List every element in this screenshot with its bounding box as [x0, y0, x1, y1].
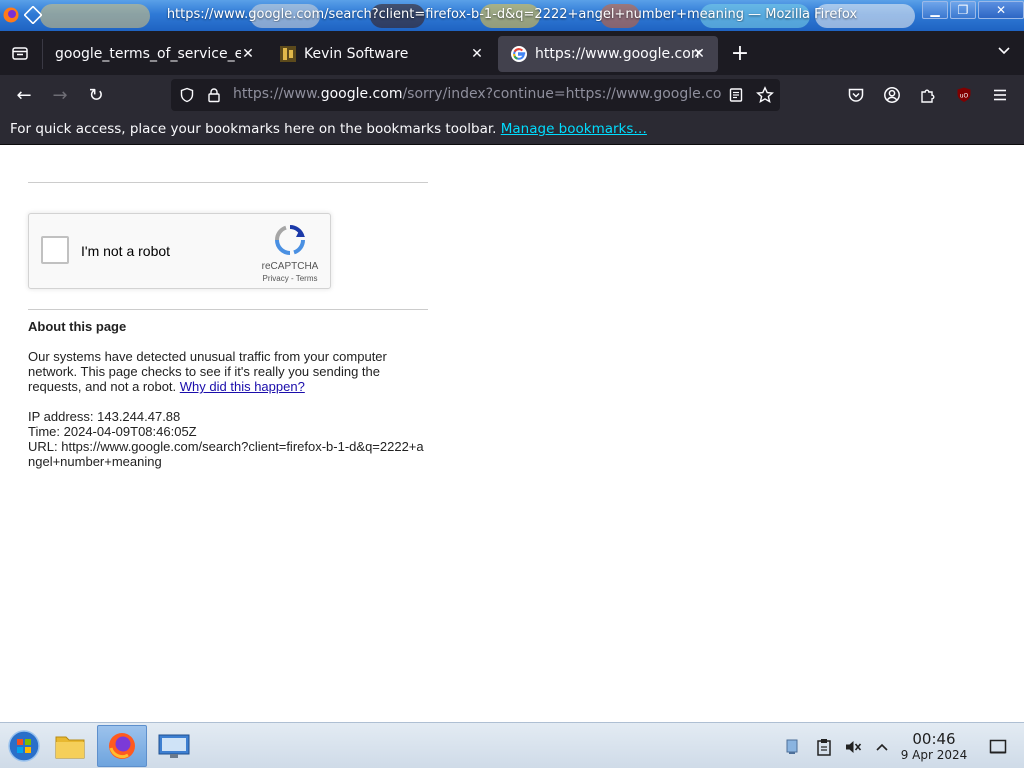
tab-google-active[interactable]: https://www.google.com/ ✕	[498, 36, 718, 72]
kevin-software-favicon	[280, 46, 296, 62]
tab-label: https://www.google.com/	[535, 46, 701, 62]
firefox-taskbar-button[interactable]	[97, 725, 147, 767]
taskbar: 00:46 9 Apr 2024	[0, 722, 1024, 768]
volume-muted-icon	[846, 741, 862, 753]
clipboard-icon	[817, 739, 831, 756]
desktop-icon	[989, 739, 1007, 754]
clock-time: 00:46	[912, 730, 956, 748]
tray-expand-button[interactable]	[872, 737, 892, 757]
monitor-icon	[158, 734, 190, 758]
recaptcha-terms-link[interactable]: Terms	[296, 274, 318, 283]
url-host: google.com	[320, 86, 403, 102]
ublock-origin-button[interactable]: uO	[950, 81, 978, 109]
tray-network-icon[interactable]	[782, 737, 802, 757]
recaptcha-privacy-link[interactable]: Privacy	[263, 274, 289, 283]
tab-label: google_terms_of_service_en	[55, 46, 241, 62]
recaptcha-links: Privacy - Terms	[254, 274, 326, 283]
lock-icon[interactable]	[206, 87, 222, 103]
google-g-icon	[511, 46, 527, 62]
page-content: I'm not a robot reCAPTCHA Privacy - Term…	[0, 145, 1024, 722]
pocket-icon	[848, 88, 864, 102]
new-tab-button[interactable]: +	[726, 39, 754, 67]
url-text[interactable]: https://www.google.com/sorry/index?conti…	[233, 86, 721, 102]
tab-close-button[interactable]: ✕	[239, 45, 257, 63]
request-url: URL: https://www.google.com/search?clien…	[28, 439, 424, 469]
recaptcha-checkbox[interactable]	[41, 236, 69, 264]
svg-text:uO: uO	[960, 93, 969, 100]
folder-icon	[55, 736, 85, 759]
bookmarks-toolbar: For quick access, place your bookmarks h…	[0, 115, 1024, 145]
url-scheme: https://www.	[233, 86, 321, 102]
system-monitor-taskbar-button[interactable]	[150, 725, 198, 767]
chevron-down-icon	[998, 47, 1010, 55]
minimize-button[interactable]: ▁	[922, 1, 948, 19]
window-title-bar[interactable]: https://www.google.com/search?client=fir…	[0, 0, 1024, 31]
window-controls: ▁ ❐ ✕	[920, 1, 1024, 21]
divider	[28, 182, 428, 183]
account-icon	[884, 87, 900, 103]
shield-icon[interactable]	[179, 87, 195, 103]
ublock-origin-icon: uO	[957, 87, 971, 102]
forward-button[interactable]: →	[46, 81, 74, 109]
recaptcha-widget: I'm not a robot reCAPTCHA Privacy - Term…	[28, 213, 331, 289]
tab-label: Kevin Software	[304, 46, 409, 62]
recaptcha-link-separator: -	[288, 274, 296, 283]
tray-clipboard-icon[interactable]	[814, 737, 834, 757]
reload-button[interactable]: ↻	[82, 81, 110, 109]
close-window-button[interactable]: ✕	[978, 1, 1024, 19]
tab-close-button[interactable]: ✕	[468, 45, 486, 63]
reader-view-icon[interactable]	[728, 87, 744, 103]
tray-volume-muted-icon[interactable]	[843, 737, 863, 757]
back-button[interactable]: ←	[10, 81, 38, 109]
maximize-button[interactable]: ❐	[950, 1, 976, 19]
why-did-this-happen-link[interactable]: Why did this happen?	[180, 379, 305, 394]
recaptcha-label: I'm not a robot	[81, 243, 171, 259]
file-manager-taskbar-button[interactable]	[46, 725, 94, 767]
tab-close-button[interactable]: ✕	[690, 45, 708, 63]
request-info: IP address: 143.244.47.88 Time: 2024-04-…	[28, 409, 428, 469]
firefox-view-button[interactable]	[6, 39, 34, 67]
about-body: Our systems have detected unusual traffi…	[28, 349, 428, 394]
manage-bookmarks-link[interactable]: Manage bookmarks…	[501, 121, 647, 137]
account-button[interactable]	[878, 81, 906, 109]
start-orb-icon	[8, 730, 40, 762]
show-desktop-button[interactable]	[988, 737, 1008, 757]
divider	[28, 309, 428, 310]
recaptcha-logo-icon	[274, 224, 306, 255]
bookmark-star-icon[interactable]	[756, 86, 774, 104]
window-title: https://www.google.com/search?client=fir…	[166, 7, 858, 22]
taskbar-clock[interactable]: 00:46 9 Apr 2024	[894, 730, 974, 763]
tab-strip: google_terms_of_service_en ✕ Kevin Softw…	[0, 31, 1024, 75]
network-icon	[786, 739, 798, 754]
list-all-tabs-button[interactable]	[990, 37, 1018, 65]
about-heading: About this page	[28, 319, 127, 334]
start-button[interactable]	[0, 725, 48, 767]
chevron-up-icon	[876, 743, 888, 751]
extensions-button[interactable]	[914, 81, 942, 109]
tab-kevin-software[interactable]: Kevin Software ✕	[267, 36, 496, 72]
url-bar[interactable]: https://www.google.com/sorry/index?conti…	[171, 79, 780, 111]
hamburger-menu-icon	[994, 89, 1006, 101]
clock-date: 9 Apr 2024	[900, 748, 968, 762]
pocket-button[interactable]	[842, 81, 870, 109]
puzzle-icon	[921, 89, 935, 103]
firefox-view-icon	[12, 47, 28, 60]
ip-address: IP address: 143.244.47.88	[28, 409, 181, 424]
firefox-icon	[109, 733, 135, 759]
request-time: Time: 2024-04-09T08:46:05Z	[28, 424, 197, 439]
recaptcha-brand: reCAPTCHA	[261, 261, 319, 272]
navigation-toolbar: ← → ↻ https://www.google.com/sorry/index…	[0, 75, 1024, 115]
bookmarks-hint: For quick access, place your bookmarks h…	[10, 121, 497, 137]
tab-google-terms[interactable]: google_terms_of_service_en ✕	[42, 36, 267, 72]
url-path: /sorry/index?continue=https://www.google…	[402, 86, 721, 102]
app-menu-button[interactable]	[986, 81, 1014, 109]
